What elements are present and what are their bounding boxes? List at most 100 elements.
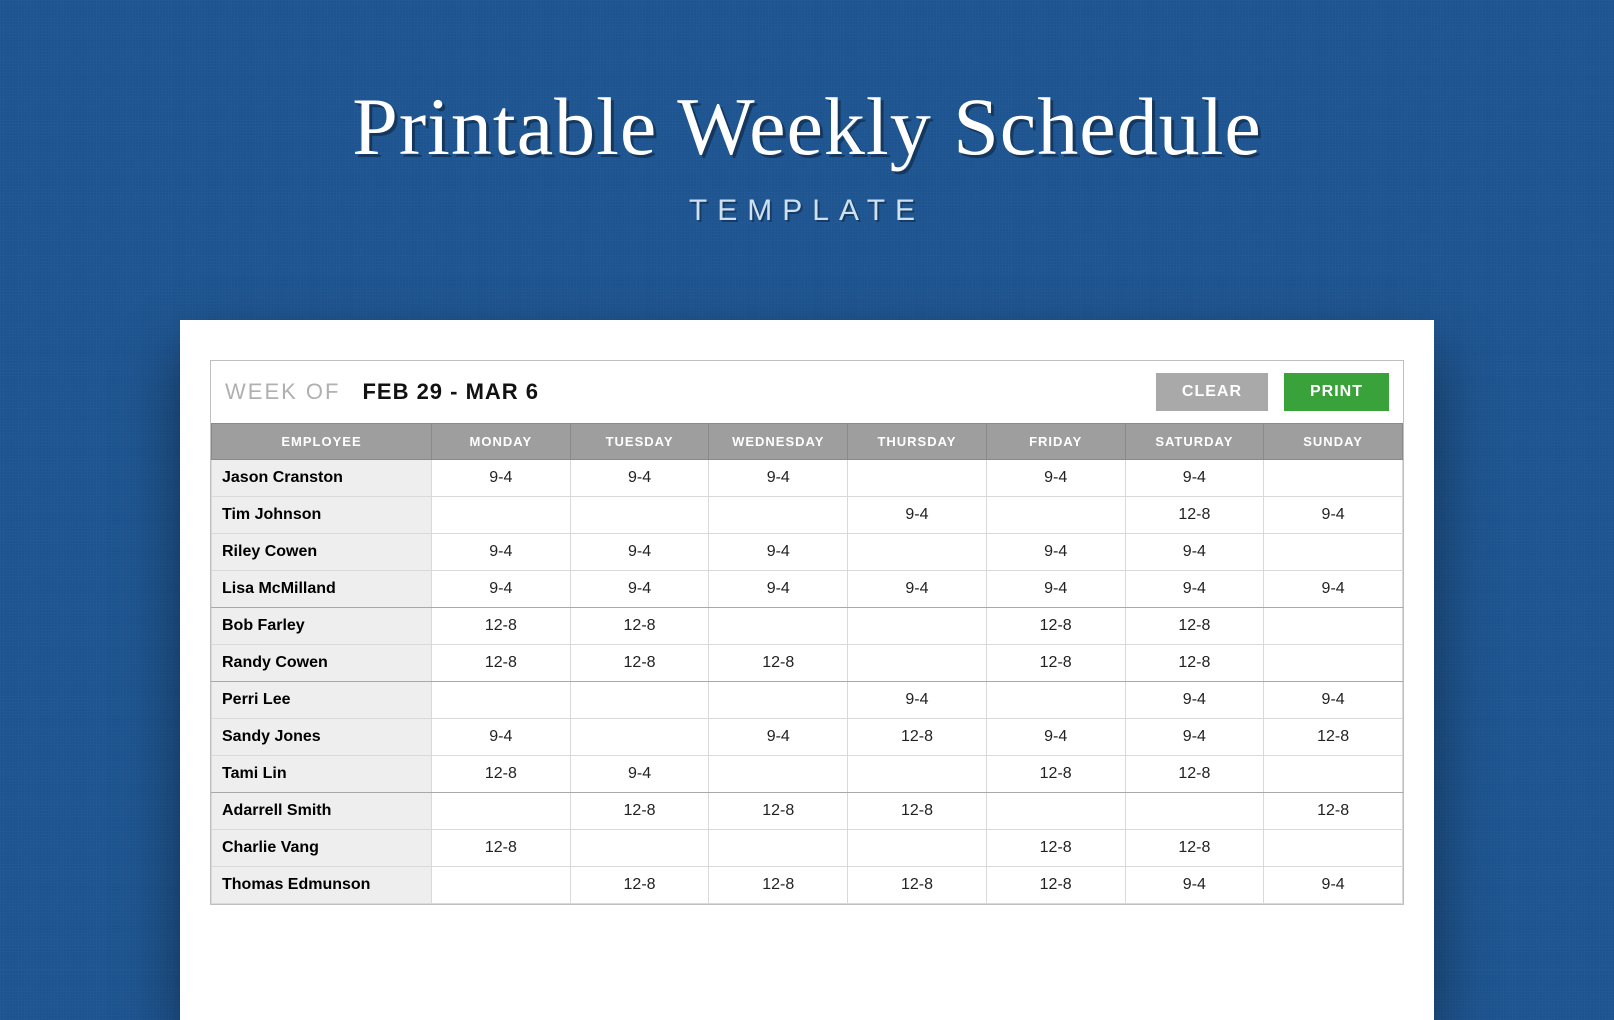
shift-cell[interactable]: 9-4 bbox=[570, 571, 709, 608]
shift-cell[interactable]: 9-4 bbox=[986, 460, 1125, 497]
shift-cell[interactable] bbox=[1264, 460, 1403, 497]
employee-name-cell: Bob Farley bbox=[212, 608, 432, 645]
shift-cell[interactable]: 12-8 bbox=[1264, 793, 1403, 830]
shift-cell[interactable]: 9-4 bbox=[848, 497, 987, 534]
table-row: Thomas Edmunson12-812-812-812-89-49-4 bbox=[212, 867, 1403, 904]
shift-cell[interactable]: 9-4 bbox=[848, 571, 987, 608]
shift-cell[interactable]: 9-4 bbox=[1264, 682, 1403, 719]
shift-cell[interactable]: 9-4 bbox=[986, 571, 1125, 608]
shift-cell[interactable]: 12-8 bbox=[432, 608, 571, 645]
shift-cell[interactable] bbox=[570, 682, 709, 719]
shift-cell[interactable]: 12-8 bbox=[986, 645, 1125, 682]
shift-cell[interactable] bbox=[1264, 608, 1403, 645]
schedule-frame: WEEK OF FEB 29 - MAR 6 CLEAR PRINT EMPLO… bbox=[210, 360, 1404, 905]
shift-cell[interactable] bbox=[432, 867, 571, 904]
shift-cell[interactable]: 12-8 bbox=[848, 867, 987, 904]
shift-cell[interactable] bbox=[432, 682, 571, 719]
shift-cell[interactable]: 9-4 bbox=[570, 460, 709, 497]
shift-cell[interactable]: 12-8 bbox=[848, 719, 987, 756]
shift-cell[interactable]: 9-4 bbox=[709, 571, 848, 608]
table-row: Perri Lee9-49-49-4 bbox=[212, 682, 1403, 719]
shift-cell[interactable] bbox=[709, 608, 848, 645]
shift-cell[interactable]: 12-8 bbox=[432, 830, 571, 867]
shift-cell[interactable]: 9-4 bbox=[432, 534, 571, 571]
shift-cell[interactable] bbox=[1125, 793, 1264, 830]
shift-cell[interactable]: 9-4 bbox=[1264, 867, 1403, 904]
shift-cell[interactable] bbox=[1264, 534, 1403, 571]
shift-cell[interactable]: 12-8 bbox=[709, 867, 848, 904]
shift-cell[interactable]: 9-4 bbox=[1125, 460, 1264, 497]
shift-cell[interactable]: 9-4 bbox=[709, 719, 848, 756]
shift-cell[interactable]: 9-4 bbox=[570, 534, 709, 571]
shift-cell[interactable]: 9-4 bbox=[1125, 571, 1264, 608]
shift-cell[interactable]: 9-4 bbox=[1125, 682, 1264, 719]
shift-cell[interactable]: 12-8 bbox=[848, 793, 987, 830]
shift-cell[interactable] bbox=[709, 682, 848, 719]
shift-cell[interactable] bbox=[986, 682, 1125, 719]
shift-cell[interactable]: 9-4 bbox=[1125, 719, 1264, 756]
shift-cell[interactable] bbox=[1264, 756, 1403, 793]
shift-cell[interactable]: 9-4 bbox=[1125, 534, 1264, 571]
shift-cell[interactable] bbox=[570, 497, 709, 534]
employee-name-cell: Riley Cowen bbox=[212, 534, 432, 571]
shift-cell[interactable] bbox=[986, 497, 1125, 534]
shift-cell[interactable]: 9-4 bbox=[432, 719, 571, 756]
shift-cell[interactable] bbox=[570, 830, 709, 867]
shift-cell[interactable]: 12-8 bbox=[1125, 756, 1264, 793]
table-header-row: EMPLOYEE MONDAY TUESDAY WEDNESDAY THURSD… bbox=[212, 424, 1403, 460]
shift-cell[interactable] bbox=[848, 534, 987, 571]
table-row: Bob Farley12-812-812-812-8 bbox=[212, 608, 1403, 645]
shift-cell[interactable] bbox=[848, 756, 987, 793]
shift-cell[interactable] bbox=[848, 645, 987, 682]
shift-cell[interactable]: 12-8 bbox=[986, 608, 1125, 645]
shift-cell[interactable]: 9-4 bbox=[432, 460, 571, 497]
employee-name-cell: Thomas Edmunson bbox=[212, 867, 432, 904]
shift-cell[interactable]: 9-4 bbox=[848, 682, 987, 719]
shift-cell[interactable]: 9-4 bbox=[1125, 867, 1264, 904]
shift-cell[interactable] bbox=[432, 497, 571, 534]
shift-cell[interactable] bbox=[848, 460, 987, 497]
shift-cell[interactable] bbox=[1264, 645, 1403, 682]
shift-cell[interactable]: 12-8 bbox=[570, 645, 709, 682]
schedule-toolbar: WEEK OF FEB 29 - MAR 6 CLEAR PRINT bbox=[211, 361, 1403, 423]
shift-cell[interactable] bbox=[848, 608, 987, 645]
table-row: Tim Johnson9-412-89-4 bbox=[212, 497, 1403, 534]
shift-cell[interactable]: 12-8 bbox=[432, 756, 571, 793]
week-range: FEB 29 - MAR 6 bbox=[362, 379, 539, 405]
shift-cell[interactable]: 12-8 bbox=[570, 867, 709, 904]
shift-cell[interactable]: 12-8 bbox=[709, 645, 848, 682]
shift-cell[interactable]: 12-8 bbox=[1125, 645, 1264, 682]
shift-cell[interactable]: 9-4 bbox=[709, 460, 848, 497]
shift-cell[interactable]: 12-8 bbox=[986, 830, 1125, 867]
shift-cell[interactable]: 9-4 bbox=[1264, 571, 1403, 608]
shift-cell[interactable]: 12-8 bbox=[570, 793, 709, 830]
employee-name-cell: Tim Johnson bbox=[212, 497, 432, 534]
shift-cell[interactable] bbox=[570, 719, 709, 756]
shift-cell[interactable]: 12-8 bbox=[1125, 497, 1264, 534]
shift-cell[interactable]: 12-8 bbox=[570, 608, 709, 645]
header-employee: EMPLOYEE bbox=[212, 424, 432, 460]
shift-cell[interactable] bbox=[709, 830, 848, 867]
shift-cell[interactable] bbox=[986, 793, 1125, 830]
shift-cell[interactable] bbox=[848, 830, 987, 867]
shift-cell[interactable]: 9-4 bbox=[1264, 497, 1403, 534]
shift-cell[interactable] bbox=[432, 793, 571, 830]
shift-cell[interactable]: 12-8 bbox=[986, 756, 1125, 793]
print-button[interactable]: PRINT bbox=[1284, 373, 1389, 411]
shift-cell[interactable]: 9-4 bbox=[709, 534, 848, 571]
shift-cell[interactable]: 9-4 bbox=[986, 534, 1125, 571]
shift-cell[interactable] bbox=[709, 756, 848, 793]
shift-cell[interactable]: 9-4 bbox=[570, 756, 709, 793]
shift-cell[interactable]: 12-8 bbox=[432, 645, 571, 682]
shift-cell[interactable]: 9-4 bbox=[986, 719, 1125, 756]
week-of-label: WEEK OF bbox=[225, 379, 340, 405]
shift-cell[interactable]: 12-8 bbox=[1125, 830, 1264, 867]
shift-cell[interactable] bbox=[709, 497, 848, 534]
shift-cell[interactable] bbox=[1264, 830, 1403, 867]
shift-cell[interactable]: 12-8 bbox=[1264, 719, 1403, 756]
shift-cell[interactable]: 9-4 bbox=[432, 571, 571, 608]
shift-cell[interactable]: 12-8 bbox=[709, 793, 848, 830]
clear-button[interactable]: CLEAR bbox=[1156, 373, 1268, 411]
shift-cell[interactable]: 12-8 bbox=[986, 867, 1125, 904]
shift-cell[interactable]: 12-8 bbox=[1125, 608, 1264, 645]
